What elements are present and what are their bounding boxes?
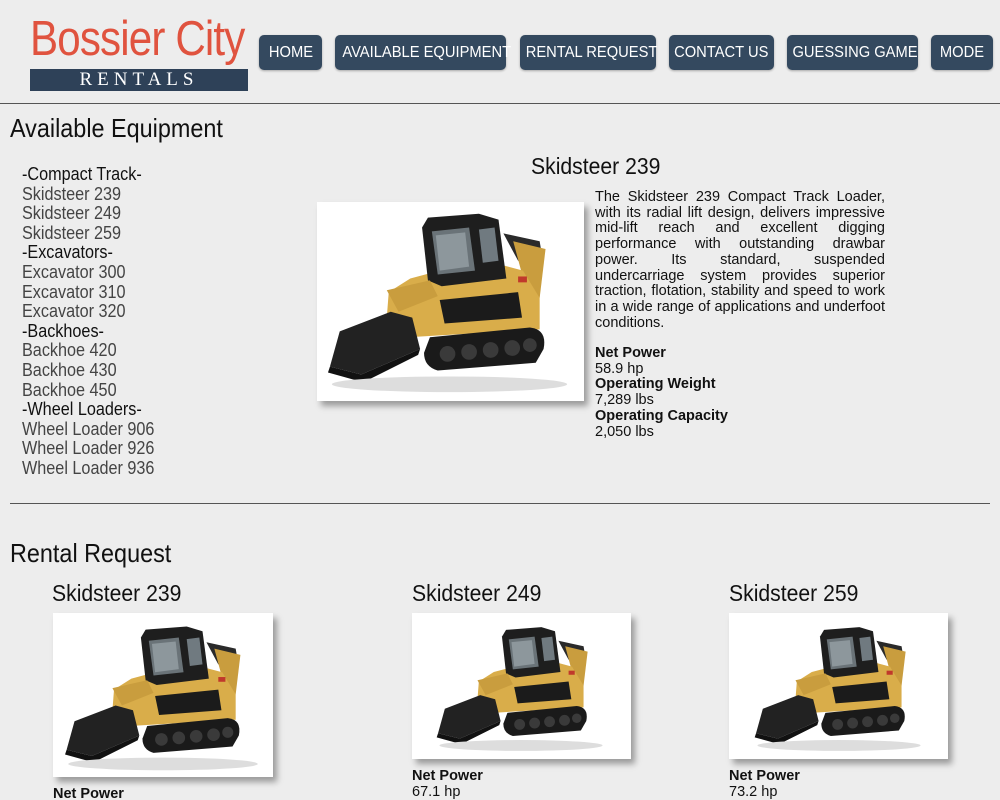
nav-home-button[interactable]: HOME [259, 35, 322, 70]
logo-subtitle: RENTALS [30, 69, 248, 91]
nav-available-equipment-label: AVAILABLE EQUIPMENT [342, 44, 512, 61]
equipment-list-item[interactable]: Wheel Loader 906 [22, 418, 262, 440]
nav-mode-label: MODE [939, 44, 985, 61]
equipment-item-label: Wheel Loader 926 [22, 438, 155, 459]
equipment-item-label: Backhoe 420 [22, 340, 117, 361]
nav-contact-us-label: CONTACT US [674, 44, 769, 61]
featured-weight-value: 7,289 lbs [595, 392, 654, 409]
equipment-item-label: Wheel Loader 936 [22, 457, 155, 478]
rental-request-heading: Rental Request [10, 538, 189, 569]
equipment-item-label: Excavator 300 [22, 261, 126, 282]
rental-card-image[interactable] [729, 613, 948, 759]
equipment-item-label: Backhoe 450 [22, 379, 117, 400]
nav-mode-button[interactable]: MODE [931, 35, 993, 70]
equipment-item-label: Backhoe 430 [22, 359, 117, 380]
featured-equipment-image [317, 202, 584, 401]
equipment-category-heading: -Backhoes- [22, 320, 262, 342]
equipment-list-item[interactable]: Skidsteer 259 [22, 222, 262, 244]
nav-available-equipment-button[interactable]: AVAILABLE EQUIPMENT [335, 35, 511, 70]
equipment-category-label: -Backhoes- [22, 320, 104, 341]
equipment-category-label: -Compact Track- [22, 164, 142, 184]
equipment-list-item[interactable]: Backhoe 430 [22, 359, 262, 381]
rental-card-net-power-label: Net Power [412, 768, 483, 784]
equipment-list-item[interactable]: Excavator 310 [22, 281, 262, 303]
featured-net-power-value: 58.9 hp [595, 360, 644, 377]
equipment-list-item[interactable]: Excavator 300 [22, 261, 262, 283]
skidsteer-image [436, 627, 603, 751]
equipment-list: -Compact Track- Skidsteer 239 Skidsteer 24… [22, 164, 262, 479]
logo-title: Bossier City [30, 12, 245, 66]
rental-card-name-text: Skidsteer 249 [412, 580, 542, 606]
rental-card-image[interactable] [53, 613, 273, 777]
equipment-category-label: -Excavators- [22, 242, 113, 263]
rental-card-specs: Net Power [53, 786, 124, 800]
rental-card-name-text: Skidsteer 239 [52, 580, 182, 606]
nav-guessing-game-button[interactable]: GUESSING GAME [787, 35, 918, 70]
equipment-item-label: Wheel Loader 906 [22, 418, 155, 439]
nav-contact-us-button[interactable]: CONTACT US [669, 35, 774, 70]
rental-card-specs: Net Power 67.1 hp [412, 768, 483, 800]
equipment-category-heading: -Wheel Loaders- [22, 400, 262, 420]
skidsteer-image [754, 627, 921, 751]
featured-weight-label: Operating Weight [595, 376, 716, 393]
available-equipment-heading-text: Available Equipment [10, 113, 223, 143]
featured-net-power-label: Net Power [595, 345, 666, 361]
equipment-list-item[interactable]: Wheel Loader 926 [22, 439, 262, 459]
nav-rental-request-button[interactable]: RENTAL REQUEST [520, 35, 658, 70]
equipment-category-heading: -Compact Track- [22, 164, 262, 185]
equipment-item-label: Skidsteer 259 [22, 222, 122, 243]
nav-home-label: HOME [268, 44, 313, 61]
equipment-item-label: Excavator 320 [22, 301, 126, 322]
featured-equipment-name: Skidsteer 239 [531, 153, 672, 180]
equipment-category-heading: -Excavators- [22, 243, 262, 263]
nav-rental-request-label: RENTAL REQUEST [525, 44, 658, 61]
featured-capacity-value: 2,050 lbs [595, 423, 654, 440]
rental-card-image[interactable] [412, 613, 631, 759]
logo[interactable]: Bossier City RENTALS [30, 12, 248, 92]
featured-spec-net-power: Net Power 58.9 hp Operating Weight 7,289… [595, 345, 728, 440]
rental-card-net-power-label: Net Power [53, 786, 124, 800]
rental-card-specs: Net Power 73.2 hp [729, 768, 800, 800]
equipment-item-label: Excavator 310 [22, 281, 126, 302]
equipment-item-label: Skidsteer 239 [22, 183, 122, 204]
equipment-list-item[interactable]: Backhoe 420 [22, 341, 262, 361]
rental-card-name: Skidsteer 259 [729, 580, 870, 607]
nav-guessing-game-label: GUESSING GAME [792, 44, 918, 61]
skidsteer-image [327, 213, 568, 393]
equipment-list-item[interactable]: Skidsteer 239 [22, 183, 262, 205]
featured-equipment-name-text: Skidsteer 239 [531, 153, 661, 179]
featured-capacity-label: Operating Capacity [595, 407, 728, 424]
section-divider [10, 503, 990, 504]
equipment-category-label: -Wheel Loaders- [22, 399, 142, 420]
equipment-list-item[interactable]: Excavator 320 [22, 302, 262, 322]
equipment-item-label: Skidsteer 249 [22, 203, 122, 224]
rental-card-name: Skidsteer 239 [52, 580, 193, 607]
available-equipment-heading: Available Equipment [10, 113, 247, 144]
rental-request-heading-text: Rental Request [10, 538, 172, 568]
rental-card-name: Skidsteer 249 [412, 580, 553, 607]
rental-card-name-text: Skidsteer 259 [729, 580, 859, 606]
rental-card-net-power-label: Net Power [729, 768, 800, 784]
rental-card-net-power-value: 73.2 hp [729, 783, 778, 800]
featured-equipment-description: The Skidsteer 239 Compact Track Loader, … [595, 189, 885, 331]
rental-card-net-power-value: 67.1 hp [412, 783, 461, 800]
skidsteer-image [65, 626, 258, 771]
equipment-list-item[interactable]: Wheel Loader 936 [22, 457, 262, 479]
equipment-list-item[interactable]: Backhoe 450 [22, 379, 262, 401]
site-header: Bossier City RENTALS HOME AVAILABLE EQUI… [0, 0, 1000, 104]
equipment-list-item[interactable]: Skidsteer 249 [22, 204, 262, 224]
